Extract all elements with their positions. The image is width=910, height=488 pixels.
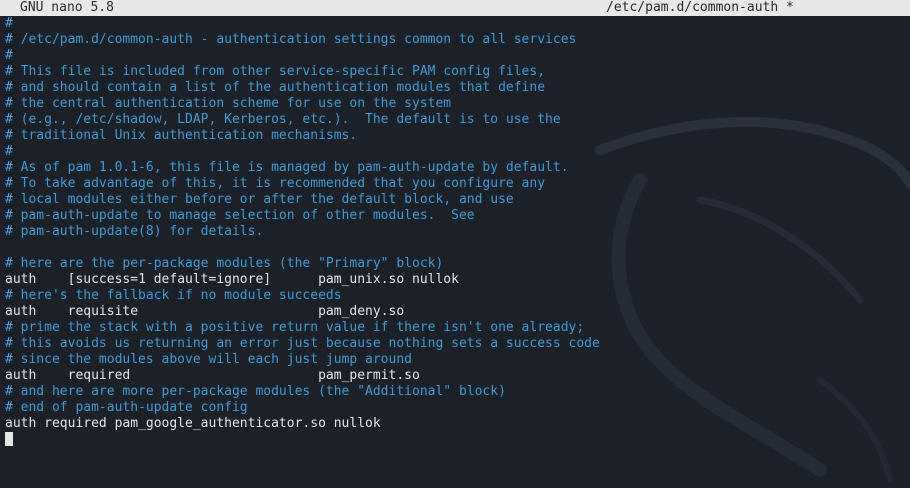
text-editor-area[interactable]: # # /etc/pam.d/common-auth - authenticati… [5,16,905,432]
nano-title-bar: GNU nano 5.8 /etc/pam.d/common-auth * [0,0,910,16]
comment-line: # end of pam-auth-update config [5,400,248,415]
config-line: auth [success=1 default=ignore] pam_unix… [5,272,459,287]
comment-line: # (e.g., /etc/shadow, LDAP, Kerberos, et… [5,112,561,127]
file-name: /etc/pam.d/common-auth * [606,0,794,15]
comment-line: # and should contain a list of the authe… [5,80,546,95]
comment-line: # [5,16,13,31]
comment-line: # traditional Unix authentication mechan… [5,128,358,143]
comment-line: # /etc/pam.d/common-auth - authenticatio… [5,32,577,47]
app-name: GNU nano 5.8 [20,0,114,15]
comment-line: # this avoids us returning an error just… [5,336,600,351]
comment-line: # To take advantage of this, it is recom… [5,176,546,191]
config-line: auth required pam_google_authenticator.s… [5,416,381,431]
comment-line: # This file is included from other servi… [5,64,546,79]
comment-line: # here are the per-package modules (the … [5,256,444,271]
comment-line: # [5,144,13,159]
comment-line: # the central authentication scheme for … [5,96,452,111]
comment-line: # here's the fallback if no module succe… [5,288,342,303]
config-line: auth requisite pam_deny.so [5,304,405,319]
comment-line: # As of pam 1.0.1-6, this file is manage… [5,160,569,175]
text-cursor [5,432,13,446]
config-line: auth required pam_permit.so [5,368,420,383]
comment-line: # since the modules above will each just… [5,352,412,367]
comment-line: # and here are more per-package modules … [5,384,506,399]
comment-line: # pam-auth-update to manage selection of… [5,208,475,223]
comment-line: # prime the stack with a positive return… [5,320,585,335]
comment-line: # [5,48,13,63]
comment-line: # pam-auth-update(8) for details. [5,224,264,239]
comment-line: # local modules either before or after t… [5,192,514,207]
